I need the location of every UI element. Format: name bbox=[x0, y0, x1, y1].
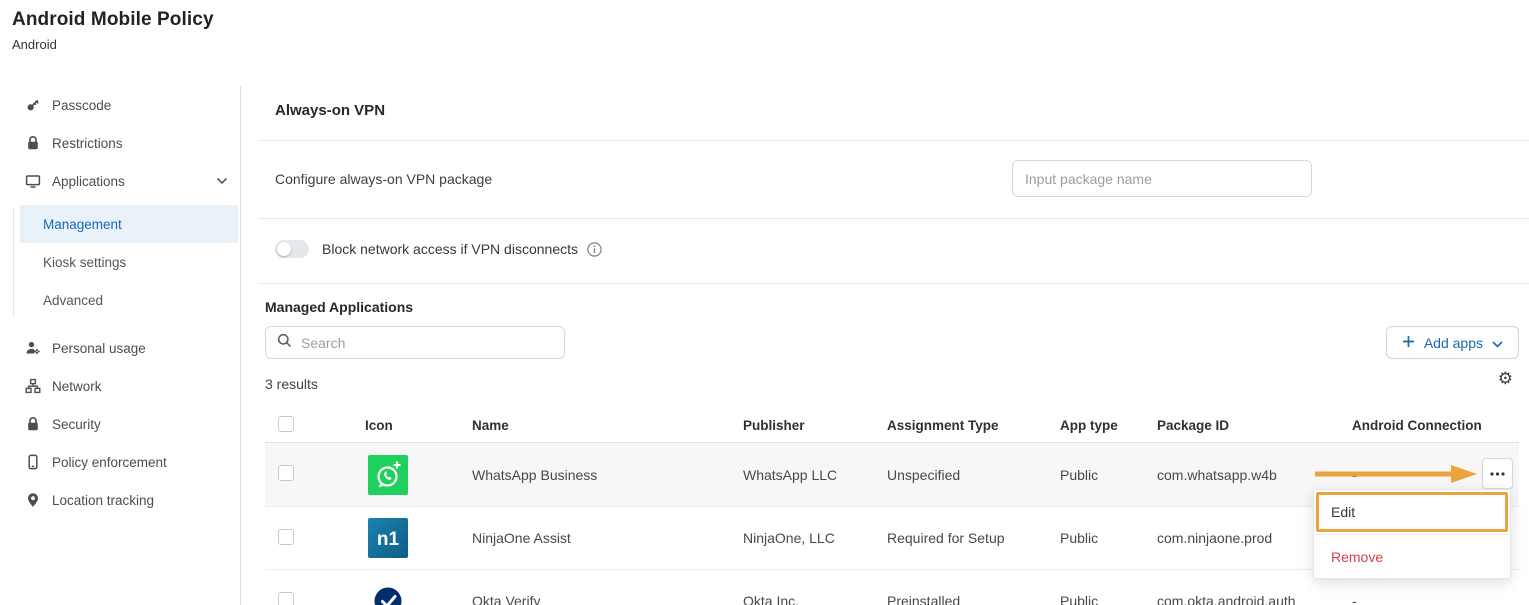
cell-assignment-type: Required for Setup bbox=[887, 530, 1060, 546]
table-header-row: Icon Name Publisher Assignment Type App … bbox=[265, 408, 1519, 443]
managed-apps-heading: Managed Applications bbox=[265, 299, 413, 315]
vpn-package-label: Configure always-on VPN package bbox=[275, 171, 492, 187]
sidebar-item-applications[interactable]: Applications bbox=[0, 162, 240, 200]
info-icon[interactable] bbox=[587, 242, 602, 257]
sidebar-item-label: Passcode bbox=[52, 98, 111, 113]
remove-label: Remove bbox=[1331, 549, 1383, 565]
page-header: Android Mobile Policy Android bbox=[0, 0, 1529, 86]
column-header-app-type: App type bbox=[1060, 418, 1157, 433]
column-header-name: Name bbox=[472, 418, 743, 433]
menu-item-remove[interactable]: Remove bbox=[1314, 534, 1510, 578]
sidebar-item-passcode[interactable]: Passcode bbox=[0, 86, 240, 124]
apps-search-input[interactable] bbox=[301, 335, 553, 351]
column-header-package-id: Package ID bbox=[1157, 418, 1352, 433]
page-title: Android Mobile Policy bbox=[12, 9, 214, 31]
divider bbox=[258, 218, 1529, 219]
sidebar-item-label: Kiosk settings bbox=[43, 255, 126, 270]
network-icon bbox=[25, 378, 41, 394]
sidebar-item-management[interactable]: Management bbox=[20, 205, 238, 243]
add-apps-button[interactable]: Add apps bbox=[1386, 326, 1519, 359]
cell-app-type: Public bbox=[1060, 467, 1157, 483]
cell-package-id: com.whatsapp.w4b bbox=[1157, 467, 1352, 483]
vpn-toggle-row: Block network access if VPN disconnects bbox=[275, 231, 602, 267]
sidebar-item-label: Personal usage bbox=[52, 341, 146, 356]
sidebar-item-policy-enforcement[interactable]: Policy enforcement bbox=[0, 443, 240, 481]
key-icon bbox=[25, 97, 41, 113]
cell-name: Okta Verify bbox=[472, 593, 743, 605]
cell-assignment-type: Unspecified bbox=[887, 467, 1060, 483]
block-network-toggle[interactable] bbox=[275, 240, 309, 258]
main-content: Always-on VPN Configure always-on VPN pa… bbox=[240, 86, 1529, 605]
vpn-section-heading: Always-on VPN bbox=[275, 102, 385, 119]
cell-publisher: Okta Inc. bbox=[743, 593, 887, 605]
chevron-down-icon bbox=[1492, 335, 1503, 351]
sidebar-item-label: Network bbox=[52, 379, 102, 394]
row-checkbox[interactable] bbox=[278, 465, 294, 481]
sidebar-item-label: Security bbox=[52, 417, 101, 432]
lock-icon bbox=[25, 135, 41, 151]
sidebar-item-advanced[interactable]: Advanced bbox=[20, 281, 238, 319]
app-canvas: Android Mobile Policy Android Passcode R… bbox=[0, 0, 1529, 605]
page-subtitle: Android bbox=[12, 37, 57, 52]
cell-assignment-type: Preinstalled bbox=[887, 593, 1060, 605]
sidebar-item-network[interactable]: Network bbox=[0, 367, 240, 405]
column-header-icon: Icon bbox=[365, 418, 472, 433]
row-checkbox[interactable] bbox=[278, 529, 294, 545]
cell-name: NinjaOne Assist bbox=[472, 530, 743, 546]
sidebar-item-restrictions[interactable]: Restrictions bbox=[0, 124, 240, 162]
vpn-package-input[interactable] bbox=[1012, 160, 1312, 197]
row-actions-button[interactable] bbox=[1482, 458, 1513, 489]
cell-app-type: Public bbox=[1060, 530, 1157, 546]
divider bbox=[258, 140, 1529, 141]
apps-search-box bbox=[265, 326, 565, 359]
column-header-assignment-type: Assignment Type bbox=[887, 418, 1060, 433]
sidebar-item-label: Location tracking bbox=[52, 493, 154, 508]
add-apps-label: Add apps bbox=[1424, 335, 1483, 351]
cell-android-connection: - bbox=[1352, 593, 1519, 605]
row-checkbox[interactable] bbox=[278, 592, 294, 605]
sidebar-item-label: Restrictions bbox=[52, 136, 123, 151]
cell-app-type: Public bbox=[1060, 593, 1157, 605]
sidebar-item-location-tracking[interactable]: Location tracking bbox=[0, 481, 240, 519]
row-context-menu: Edit Remove bbox=[1313, 489, 1511, 579]
plus-icon bbox=[1402, 335, 1415, 351]
sidebar-item-kiosk-settings[interactable]: Kiosk settings bbox=[20, 243, 238, 281]
whatsapp-business-app-icon bbox=[368, 455, 408, 495]
okta-verify-app-icon bbox=[368, 581, 408, 605]
column-header-publisher: Publisher bbox=[743, 418, 887, 433]
cell-publisher: NinjaOne, LLC bbox=[743, 530, 887, 546]
sidebar-item-label: Applications bbox=[52, 174, 125, 189]
menu-item-edit[interactable]: Edit bbox=[1314, 490, 1510, 534]
sidebar-item-label: Advanced bbox=[43, 293, 103, 308]
search-icon bbox=[277, 333, 292, 353]
divider bbox=[258, 283, 1529, 284]
vpn-toggle-label: Block network access if VPN disconnects bbox=[322, 241, 578, 257]
lock-icon bbox=[25, 416, 41, 432]
person-gear-icon bbox=[25, 340, 41, 356]
sidebar-item-personal-usage[interactable]: Personal usage bbox=[0, 329, 240, 367]
sidebar-item-security[interactable]: Security bbox=[0, 405, 240, 443]
sidebar-item-label: Policy enforcement bbox=[52, 455, 167, 470]
cell-name: WhatsApp Business bbox=[472, 467, 743, 483]
results-count: 3 results bbox=[265, 376, 318, 392]
applications-submenu: Management Kiosk settings Advanced bbox=[0, 205, 240, 319]
policy-sidebar: Passcode Restrictions Applications Manag… bbox=[0, 86, 241, 605]
chevron-down-icon bbox=[216, 177, 228, 185]
select-all-checkbox[interactable] bbox=[278, 416, 294, 432]
smartphone-icon bbox=[25, 454, 41, 470]
edit-label: Edit bbox=[1331, 504, 1355, 520]
column-header-android-connection: Android Connection bbox=[1352, 418, 1519, 433]
ninjaone-app-icon: n1 bbox=[368, 518, 408, 558]
ellipsis-icon bbox=[1490, 472, 1505, 476]
cell-package-id: com.okta.android.auth bbox=[1157, 593, 1352, 605]
monitor-icon bbox=[25, 173, 41, 189]
table-settings-gear-icon[interactable]: ⚙ bbox=[1498, 371, 1513, 388]
toggle-knob bbox=[277, 242, 291, 256]
location-pin-icon bbox=[25, 492, 41, 508]
sidebar-item-label: Management bbox=[43, 217, 122, 232]
svg-text:n1: n1 bbox=[377, 529, 400, 550]
cell-publisher: WhatsApp LLC bbox=[743, 467, 887, 483]
